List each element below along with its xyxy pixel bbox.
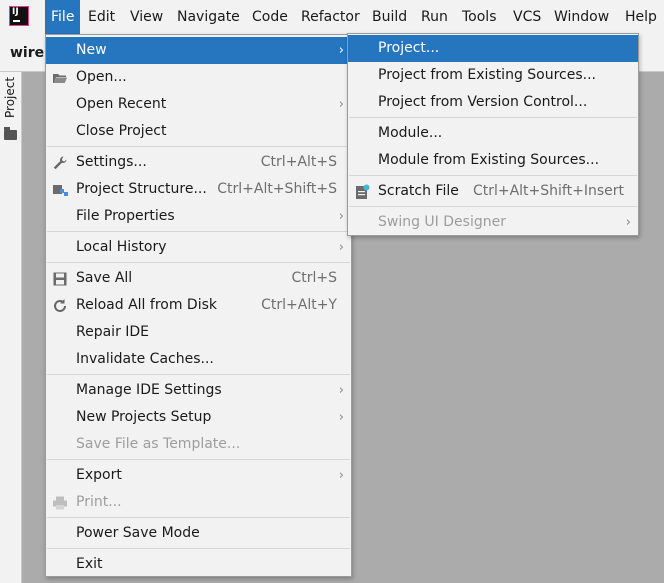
menu-item-project-structure[interactable]: Project Structure... Ctrl+Alt+Shift+S — [46, 176, 351, 203]
menu-separator — [349, 175, 637, 176]
new-submenu: Project... Project from Existing Sources… — [347, 33, 639, 236]
menu-item-repair-ide[interactable]: Repair IDE — [46, 319, 351, 346]
menu-item-new-projects-setup[interactable]: New Projects Setup › — [46, 404, 351, 431]
menu-separator — [47, 548, 350, 549]
left-tool-window-strip: Project — [0, 72, 22, 583]
menu-item-save-all[interactable]: Save All Ctrl+S — [46, 265, 351, 292]
menu-separator — [47, 459, 350, 460]
chevron-right-icon: › — [338, 43, 344, 58]
chevron-right-icon: › — [338, 410, 344, 425]
chevron-right-icon: › — [338, 383, 344, 398]
menu-item-reload-all[interactable]: Reload All from Disk Ctrl+Alt+Y — [46, 292, 351, 319]
chevron-right-icon: › — [338, 97, 344, 112]
menu-refactor[interactable]: Refactor — [295, 0, 366, 34]
menu-item-local-history[interactable]: Local History › — [46, 234, 351, 261]
save-icon — [53, 272, 67, 286]
menu-vcs[interactable]: VCS — [507, 0, 547, 34]
menu-item-export[interactable]: Export › — [46, 462, 351, 489]
menu-item-open[interactable]: Open... — [46, 64, 351, 91]
folder-icon — [4, 127, 17, 140]
chevron-right-icon: › — [338, 468, 344, 483]
refresh-icon — [54, 299, 66, 312]
intellij-logo-icon: IJ — [10, 7, 28, 25]
project-name-breadcrumb[interactable]: wirel — [10, 45, 49, 61]
chevron-right-icon: › — [625, 215, 631, 230]
menu-separator — [349, 117, 637, 118]
chevron-right-icon: › — [338, 209, 344, 224]
menu-file[interactable]: File — [45, 0, 81, 34]
menu-code[interactable]: Code — [246, 0, 294, 34]
submenu-item-project-from-existing-sources[interactable]: Project from Existing Sources... — [348, 62, 638, 89]
menu-edit[interactable]: Edit — [82, 0, 121, 34]
menu-item-power-save-mode[interactable]: Power Save Mode — [46, 520, 351, 547]
menu-navigate[interactable]: Navigate — [171, 0, 246, 34]
menu-item-close-project[interactable]: Close Project — [46, 118, 351, 145]
menu-run[interactable]: Run — [415, 0, 454, 34]
menu-separator — [47, 146, 350, 147]
menu-item-manage-ide-settings[interactable]: Manage IDE Settings › — [46, 377, 351, 404]
menu-separator — [349, 206, 637, 207]
menu-help[interactable]: Help — [619, 0, 663, 34]
wrench-icon — [53, 156, 67, 170]
menu-separator — [47, 262, 350, 263]
menu-separator — [47, 374, 350, 375]
menu-tools[interactable]: Tools — [456, 0, 503, 34]
submenu-item-module-from-existing-sources[interactable]: Module from Existing Sources... — [348, 147, 638, 174]
menu-item-new[interactable]: New › — [46, 37, 351, 64]
folder-open-icon — [53, 74, 67, 83]
file-menu-dropdown: New › Open... Open Recent › Close Project … — [45, 34, 352, 577]
menu-item-file-properties[interactable]: File Properties › — [46, 203, 351, 230]
menu-item-open-recent[interactable]: Open Recent › — [46, 91, 351, 118]
menu-item-invalidate-caches[interactable]: Invalidate Caches... — [46, 346, 351, 373]
menu-item-print: Print... — [46, 489, 351, 516]
menu-view[interactable]: View — [124, 0, 169, 34]
main-menu-bar: IJ File Edit View Navigate Code Refactor… — [0, 0, 664, 34]
menu-item-exit[interactable]: Exit — [46, 551, 351, 578]
menu-separator — [47, 517, 350, 518]
chevron-right-icon: › — [338, 240, 344, 255]
submenu-item-module[interactable]: Module... — [348, 120, 638, 147]
submenu-item-project-from-version-control[interactable]: Project from Version Control... — [348, 89, 638, 116]
project-structure-icon — [53, 185, 68, 196]
menu-item-save-file-as-template: Save File as Template... — [76, 436, 241, 452]
menu-window[interactable]: Window — [548, 0, 615, 34]
submenu-item-project[interactable]: Project... — [348, 35, 638, 62]
printer-icon — [53, 496, 67, 510]
scratch-file-icon — [356, 184, 370, 199]
menu-item-settings[interactable]: Settings... Ctrl+Alt+S — [46, 149, 351, 176]
menu-separator — [47, 231, 350, 232]
submenu-item-swing-ui-designer: Swing UI Designer › — [348, 209, 638, 236]
project-tool-window-button[interactable]: Project — [3, 77, 17, 118]
menu-build[interactable]: Build — [366, 0, 413, 34]
submenu-item-scratch-file[interactable]: Scratch File Ctrl+Alt+Shift+Insert — [348, 178, 638, 205]
